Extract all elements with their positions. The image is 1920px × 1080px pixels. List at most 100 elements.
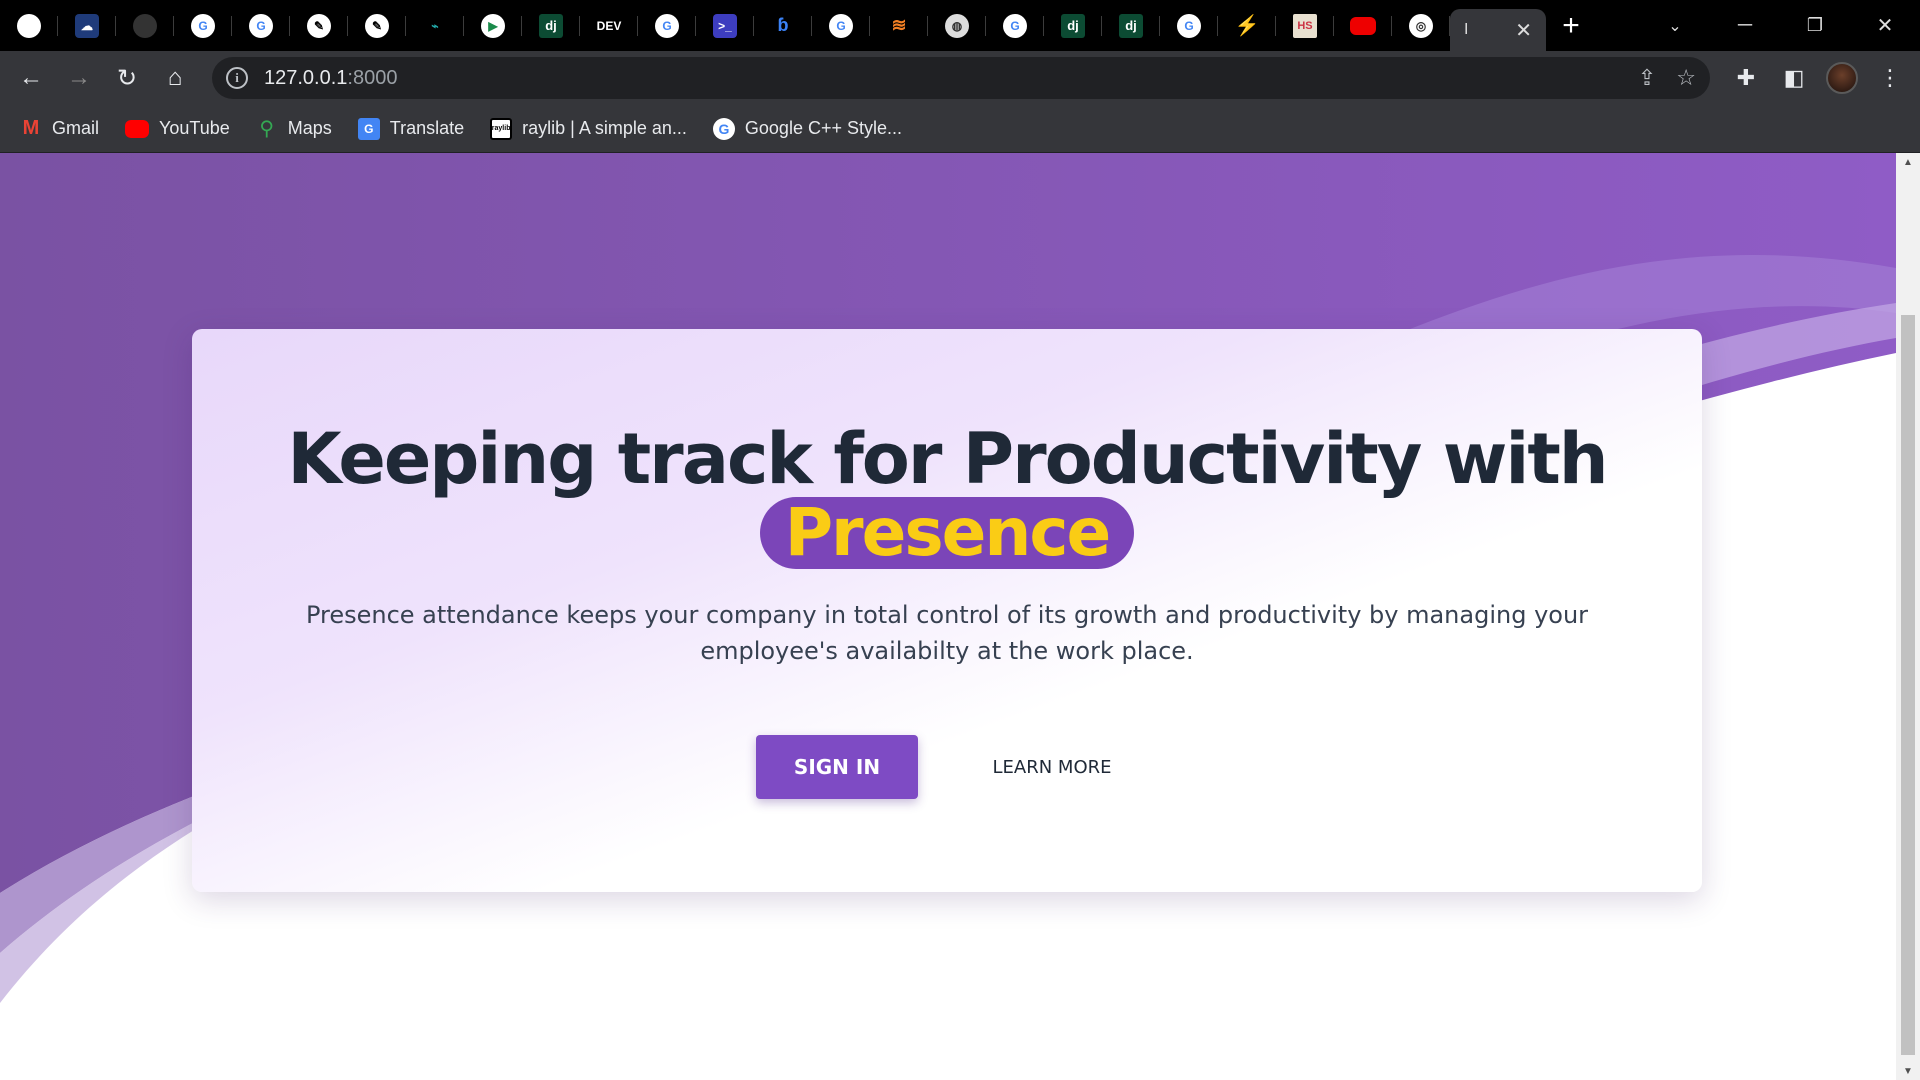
google-icon: G: [712, 117, 735, 140]
url-text[interactable]: 127.0.0.1:8000: [264, 67, 397, 90]
browser-tab[interactable]: ✎: [290, 0, 348, 51]
bookmark-item[interactable]: YouTube: [125, 118, 230, 139]
hs-icon: HS: [1293, 13, 1317, 38]
browser-tab[interactable]: ɓ: [754, 0, 812, 51]
tab-list: ☁ G G ✎ ✎ ⌁ ▶ dj DEV G >_ ɓ G ≋ ◍ Gdj dj G ⚡ HS ◎: [0, 0, 1450, 51]
browser-window: ☁ G G ✎ ✎ ⌁ ▶ dj DEV G >_ ɓ G ≋ ◍ Gdj dj G ⚡ HS ◎ I ✕ + ⌄ ─ …: [0, 0, 1920, 1080]
bookmarks-bar: M Gmail YouTube ⚲ Maps G Translate raylib raylib…: [0, 105, 1920, 153]
dark-circle-icon: [133, 13, 157, 38]
bookmark-star-icon[interactable]: ☆: [1676, 65, 1696, 91]
minimize-icon[interactable]: ─: [1710, 5, 1780, 47]
tab-strip: ☁ G G ✎ ✎ ⌁ ▶ dj DEV G >_ ɓ G ≋ ◍ Gdj dj G ⚡ HS ◎ I ✕ + ⌄ ─ …: [0, 0, 1920, 51]
github-icon: [17, 13, 41, 38]
omnibox-actions: ⇪ ☆: [1638, 57, 1696, 99]
terminal-icon: >_: [713, 13, 737, 38]
browser-tab[interactable]: ◎: [1392, 0, 1450, 51]
browser-tab[interactable]: dj: [522, 0, 580, 51]
active-tab[interactable]: I ✕: [1450, 9, 1546, 51]
django-icon: dj: [1119, 13, 1143, 38]
menu-kebab-icon[interactable]: ⋮: [1866, 54, 1914, 102]
bookmark-item[interactable]: raylib raylib | A simple an...: [490, 117, 687, 140]
browser-tab[interactable]: ▶: [464, 0, 522, 51]
globe-icon: ◍: [945, 13, 969, 38]
hero-subtitle: Presence attendance keeps your company i…: [305, 601, 1589, 665]
browser-tab[interactable]: G: [638, 0, 696, 51]
sign-in-button[interactable]: SIGN IN: [756, 735, 918, 799]
bookmark-label: Maps: [287, 118, 332, 138]
reload-icon[interactable]: ↻: [104, 55, 150, 101]
url-port: :8000: [347, 66, 398, 89]
browser-tab[interactable]: G: [232, 0, 290, 51]
browser-tab[interactable]: [1334, 0, 1392, 51]
browser-tab[interactable]: DEV: [580, 0, 638, 51]
translate-icon: G: [357, 117, 380, 140]
play-icon: ▶: [481, 13, 505, 38]
share-icon[interactable]: ⇪: [1638, 65, 1656, 91]
restore-icon[interactable]: ❐: [1780, 5, 1850, 47]
browser-tab[interactable]: HS: [1276, 0, 1334, 51]
scroll-thumb[interactable]: [1901, 315, 1915, 1055]
bolt-icon: ⚡: [1234, 15, 1260, 37]
hero-headline: Keeping track for Productivity with: [287, 418, 1608, 500]
dev-icon: DEV: [594, 13, 624, 38]
brand-pill: Presence: [760, 497, 1134, 569]
raylib-icon: raylib: [490, 117, 513, 140]
site-info-icon[interactable]: i: [226, 67, 248, 89]
forward-icon[interactable]: →: [56, 55, 102, 101]
url-host: 127.0.0.1: [264, 66, 348, 89]
django-icon: dj: [539, 13, 563, 38]
bookmark-item[interactable]: G Google C++ Style...: [712, 117, 902, 140]
brand-name: Presence: [784, 494, 1112, 571]
scroll-up-icon[interactable]: ▲: [1896, 153, 1920, 171]
browser-tab[interactable]: G: [1160, 0, 1218, 51]
page-scrollbar[interactable]: ▲ ▼: [1896, 153, 1920, 1080]
address-bar[interactable]: i 127.0.0.1:8000 ⇪ ☆: [212, 57, 1710, 99]
extensions-icon[interactable]: ✚: [1722, 54, 1770, 102]
browser-tab[interactable]: ≋: [870, 0, 928, 51]
browser-tab[interactable]: G: [986, 0, 1044, 51]
new-tab-button[interactable]: +: [1546, 0, 1596, 51]
learn-more-link[interactable]: LEARN MORE: [972, 735, 1132, 799]
browser-tab[interactable]: dj: [1044, 0, 1102, 51]
youtube-icon: [125, 119, 150, 138]
browser-tab[interactable]: G: [812, 0, 870, 51]
bookmark-label: Gmail: [52, 118, 100, 138]
tab-search-icon[interactable]: ⌄: [1640, 5, 1710, 47]
bookmark-item[interactable]: ⚲ Maps: [256, 118, 332, 140]
bookmark-item[interactable]: M Gmail: [20, 117, 100, 140]
blue-mark-icon: ɓ: [777, 15, 789, 35]
bookmark-label: Google C++ Style...: [744, 118, 902, 138]
browser-tab[interactable]: ⚡: [1218, 0, 1276, 51]
cloud-app-icon: ☁: [75, 13, 99, 38]
google-icon: G: [655, 13, 679, 38]
browser-tab[interactable]: ☁: [58, 0, 116, 51]
google-icon: G: [191, 13, 215, 38]
bookmark-label: Translate: [389, 118, 465, 138]
django-icon: dj: [1061, 13, 1085, 38]
scroll-down-icon[interactable]: ▼: [1896, 1062, 1920, 1080]
youtube-icon: [1350, 16, 1376, 35]
back-icon[interactable]: ←: [8, 55, 54, 101]
feather-icon: ✎: [365, 13, 389, 38]
stackoverflow-icon: ≋: [891, 15, 907, 35]
bookmark-label: YouTube: [159, 118, 230, 138]
browser-tab[interactable]: dj: [1102, 0, 1160, 51]
browser-tab[interactable]: >_: [696, 0, 754, 51]
home-icon[interactable]: ⌂: [152, 55, 198, 101]
browser-tab[interactable]: [0, 0, 58, 51]
browser-tab[interactable]: ✎: [348, 0, 406, 51]
browser-tab[interactable]: G: [174, 0, 232, 51]
google-icon: G: [249, 13, 273, 38]
bookmark-label: raylib | A simple an...: [522, 118, 687, 138]
profile-avatar[interactable]: [1818, 54, 1866, 102]
close-tab-icon[interactable]: ✕: [1515, 18, 1532, 43]
browser-tab[interactable]: ⌁: [406, 0, 464, 51]
maps-icon: ⚲: [259, 118, 275, 140]
bookmark-item[interactable]: G Translate: [357, 117, 465, 140]
avatar: [1826, 62, 1858, 94]
close-window-icon[interactable]: ✕: [1850, 5, 1920, 47]
browser-tab[interactable]: ◍: [928, 0, 986, 51]
browser-tab[interactable]: [116, 0, 174, 51]
side-panel-icon[interactable]: ◧: [1770, 54, 1818, 102]
feather-icon: ✎: [307, 13, 331, 38]
